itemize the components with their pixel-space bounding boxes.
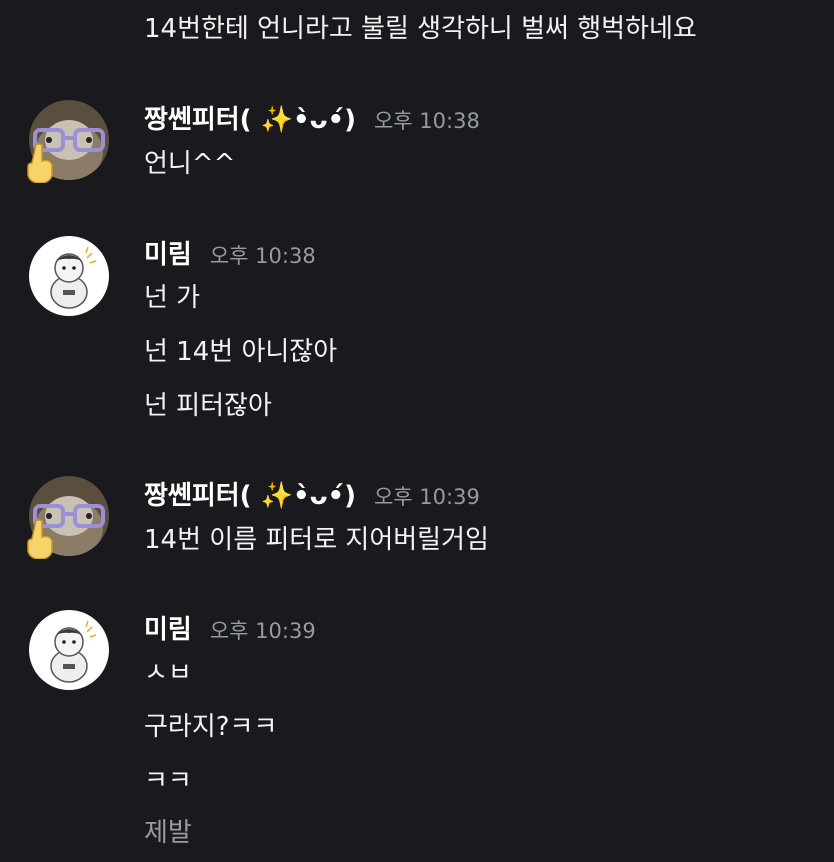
timestamp[interactable]: 오후 10:39 bbox=[374, 480, 480, 514]
pointing-finger-icon bbox=[24, 519, 58, 560]
message-text[interactable]: 넌 피터잖아 bbox=[144, 389, 272, 423]
pointing-finger-icon bbox=[24, 143, 58, 184]
message-text[interactable]: 14번 이름 피터로 지어버릴거임 bbox=[144, 523, 489, 557]
username[interactable]: 미림 bbox=[144, 238, 192, 272]
timestamp[interactable]: 오후 10:39 bbox=[210, 614, 316, 648]
message-header: 미림 오후 10:39 bbox=[144, 613, 316, 648]
message-header: 짱쎈피터( ✨•̀ᴗ•́) 오후 10:38 bbox=[144, 103, 480, 138]
message-text[interactable]: 구라지?ㅋㅋ bbox=[144, 710, 277, 744]
username[interactable]: 짱쎈피터( ✨•̀ᴗ•́) bbox=[144, 479, 356, 513]
message-text[interactable]: 14번한테 언니라고 불릴 생각하니 벌써 행벅하네요 bbox=[144, 12, 697, 46]
avatar[interactable] bbox=[29, 610, 109, 690]
message-text[interactable]: 언니^^ bbox=[144, 147, 235, 181]
avatar[interactable] bbox=[29, 236, 109, 316]
pending-message-text[interactable]: 제발 bbox=[144, 816, 192, 850]
hamster-avatar-icon bbox=[29, 610, 109, 690]
chat-message-list: 14번한테 언니라고 불릴 생각하니 벌써 행벅하네요 짱쎈피터( ✨•̀ᴗ•́… bbox=[0, 0, 834, 862]
message-header: 미림 오후 10:38 bbox=[144, 238, 316, 273]
message-text[interactable]: ㅅㅂ bbox=[144, 656, 192, 690]
hamster-avatar-icon bbox=[29, 236, 109, 316]
message-header: 짱쎈피터( ✨•̀ᴗ•́) 오후 10:39 bbox=[144, 479, 480, 514]
timestamp[interactable]: 오후 10:38 bbox=[374, 104, 480, 138]
message-text[interactable]: 넌 14번 아니잖아 bbox=[144, 335, 337, 369]
timestamp[interactable]: 오후 10:38 bbox=[210, 239, 316, 273]
username[interactable]: 미림 bbox=[144, 613, 192, 647]
message-text[interactable]: 넌 가 bbox=[144, 281, 200, 315]
username[interactable]: 짱쎈피터( ✨•̀ᴗ•́) bbox=[144, 103, 356, 137]
message-text[interactable]: ㅋㅋ bbox=[144, 764, 192, 798]
